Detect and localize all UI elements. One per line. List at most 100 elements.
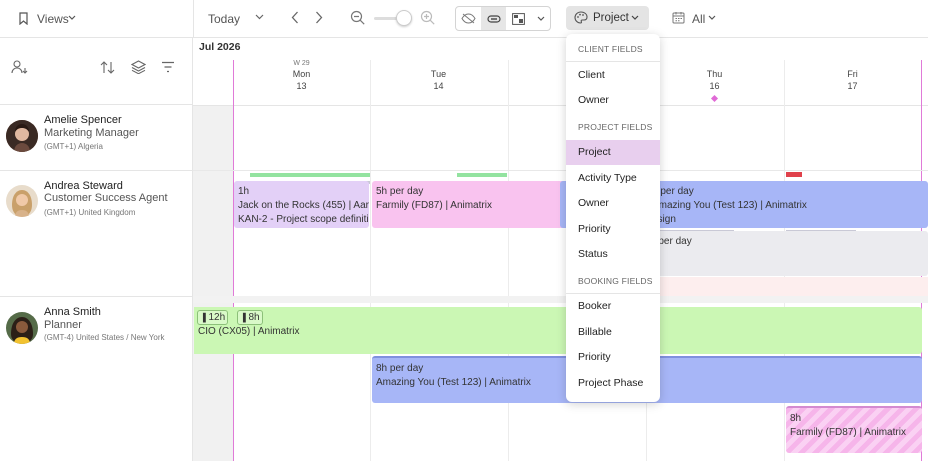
person-timezone: (GMT-4) United States / New York: [44, 333, 165, 342]
chevron-left-icon[interactable]: [291, 11, 299, 24]
day-column-tue: [370, 60, 371, 461]
person-row[interactable]: Amelie Spencer Marketing Manager (GMT+1)…: [0, 105, 193, 171]
row-separator: [193, 170, 928, 171]
event-hours: h per day: [650, 236, 692, 247]
hours-badge: ▐ 8h: [237, 310, 263, 325]
group-by-project-button[interactable]: Project: [566, 6, 649, 30]
menu-item-project-priority[interactable]: Priority: [566, 217, 660, 242]
month-label: Jul 2026: [199, 41, 241, 53]
zoom-out-icon[interactable]: [350, 10, 366, 26]
event-badges: ▐ 12h ▐ 8h: [197, 310, 918, 325]
event-farmily-tue[interactable]: 5h per day Farmily (FD87) | Animatrix: [372, 181, 566, 228]
chart-icon: ▐: [200, 313, 206, 322]
person-name: Anna Smith: [44, 306, 101, 318]
display-mode-toggle: [455, 6, 551, 31]
views-label: Views: [37, 12, 69, 26]
non-working-column: [193, 105, 233, 461]
menu-item-client-owner[interactable]: Owner: [566, 88, 660, 113]
event-hours: h per day: [652, 186, 694, 197]
project-fields-header: PROJECT FIELDS: [578, 122, 653, 132]
day-date-thu: 16: [709, 81, 720, 91]
person-timezone: (GMT+1) United Kingdom: [44, 208, 136, 217]
pill-toggle[interactable]: [481, 7, 506, 30]
filter-all-label[interactable]: All: [692, 12, 705, 26]
layout-toggle[interactable]: [506, 7, 531, 30]
menu-item-booker[interactable]: Booker: [566, 294, 660, 319]
event-project: Jack on the Rocks (455) | Aardvark: [238, 200, 369, 211]
person-role: Planner: [44, 319, 82, 331]
avatar: [6, 312, 38, 344]
people-header: [0, 38, 193, 105]
today-dropdown-chevron-icon[interactable]: [255, 14, 264, 20]
capacity-bar: [250, 173, 370, 177]
person-name: Amelie Spencer: [44, 114, 122, 126]
sort-icon[interactable]: [100, 60, 115, 75]
client-fields-header: CLIENT FIELDS: [578, 44, 643, 54]
person-timezone: (GMT+1) Algeria: [44, 142, 103, 151]
chart-icon: ▐: [240, 313, 246, 322]
overbooked-bar: [786, 172, 802, 177]
person-name: Andrea Steward: [44, 180, 123, 192]
chevron-right-icon[interactable]: [315, 11, 323, 24]
toolbar: Views Today Project All: [0, 0, 928, 38]
avatar: [6, 120, 38, 152]
person-role: Marketing Manager: [44, 127, 139, 139]
menu-item-project-owner[interactable]: Owner: [566, 191, 660, 216]
day-name-fri: Fri: [847, 69, 858, 79]
chevron-down-icon: [537, 16, 545, 22]
event-jack-on-the-rocks[interactable]: 1h Jack on the Rocks (455) | Aardvark KA…: [234, 181, 369, 228]
day-date-fri: 17: [847, 81, 858, 91]
day-date-mon: 13: [296, 81, 307, 91]
event-project: CIO (CX05) | Animatrix: [198, 326, 300, 337]
event-project: Farmily (FD87) | Animatrix: [790, 427, 906, 438]
dropdown-separator: [566, 61, 660, 62]
today-button[interactable]: Today: [208, 12, 240, 26]
event-tentative-andrea[interactable]: h per day: [646, 231, 928, 276]
hide-toggle[interactable]: [456, 7, 481, 30]
row-separator: [193, 296, 928, 303]
person-role: Customer Success Agent: [44, 192, 168, 204]
hours-badge: ▐ 12h: [197, 310, 229, 325]
palette-icon: [574, 11, 588, 24]
day-date-tue: 14: [433, 81, 444, 91]
toolbar-divider: [193, 0, 194, 38]
person-row[interactable]: Andrea Steward Customer Success Agent (G…: [0, 171, 193, 297]
capacity-bar: [457, 173, 507, 177]
menu-item-project[interactable]: Project: [566, 140, 660, 165]
day-name-mon: Mon: [292, 69, 311, 79]
zoom-in-icon[interactable]: [420, 10, 436, 26]
person-row[interactable]: Anna Smith Planner (GMT-4) United States…: [0, 297, 193, 461]
event-project: Amazing You (Test 123) | Animatrix: [652, 200, 807, 211]
group-by-dropdown: CLIENT FIELDS Client Owner PROJECT FIELD…: [566, 34, 660, 402]
day-name-thu: Thu: [706, 69, 723, 79]
chevron-down-icon: [68, 15, 76, 21]
event-cio[interactable]: ▐ 12h ▐ 8h CIO (CX05) | Animatrix: [194, 307, 922, 354]
menu-item-project-phase[interactable]: Project Phase: [566, 371, 660, 396]
bookmark-icon: [18, 12, 29, 25]
menu-item-client[interactable]: Client: [566, 63, 660, 88]
menu-item-status[interactable]: Status: [566, 242, 660, 267]
event-task: KAN-2 - Project scope definition: [238, 214, 369, 225]
event-task: esign: [652, 214, 676, 225]
layout-dropdown[interactable]: [531, 7, 551, 30]
calendar-icon[interactable]: [672, 11, 685, 24]
avatar: [6, 185, 38, 217]
eye-off-icon: [461, 13, 476, 24]
layout-icon: [512, 12, 525, 25]
day-name-tue: Tue: [430, 69, 447, 79]
menu-item-booking-priority[interactable]: Priority: [566, 345, 660, 370]
overbooked-zone: [646, 277, 928, 296]
pill-icon: [486, 14, 501, 23]
menu-item-activity-type[interactable]: Activity Type: [566, 166, 660, 191]
menu-item-billable[interactable]: Billable: [566, 320, 660, 345]
views-button[interactable]: Views: [18, 11, 82, 27]
week-label: W 29: [293, 60, 310, 67]
group-by-label: Project: [593, 12, 629, 24]
event-farmily-fri[interactable]: 8h Farmily (FD87) | Animatrix: [786, 406, 922, 453]
zoom-slider-handle[interactable]: [396, 10, 412, 26]
sort-person-icon[interactable]: [11, 60, 28, 75]
event-hours: 8h: [790, 413, 802, 424]
layers-icon[interactable]: [131, 60, 146, 74]
filter-icon[interactable]: [161, 61, 175, 73]
chevron-down-icon[interactable]: [708, 15, 716, 21]
